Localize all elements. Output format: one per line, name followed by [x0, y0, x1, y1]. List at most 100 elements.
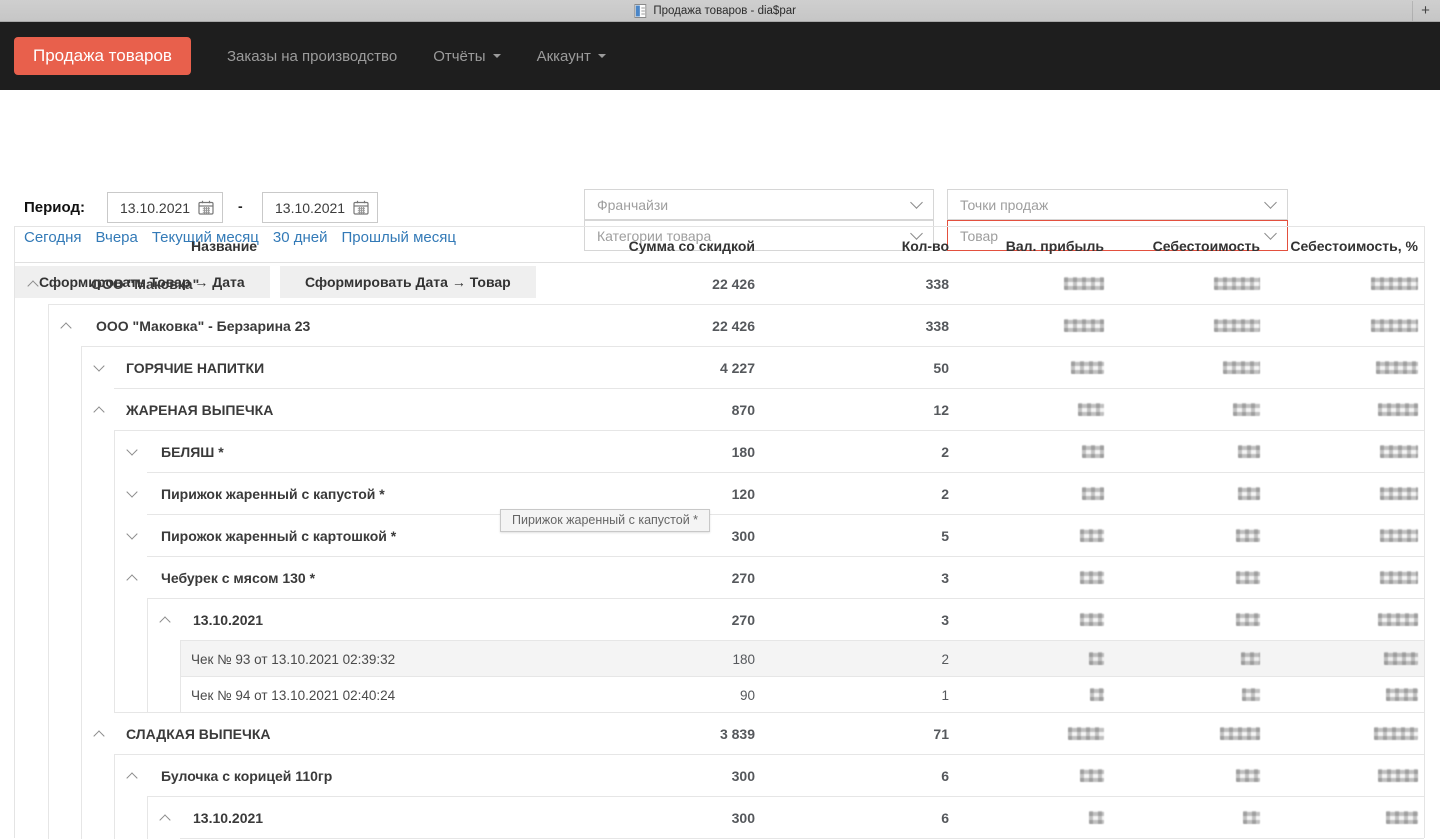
date-to-input[interactable]: 13.10.2021	[262, 192, 378, 223]
table-row[interactable]: БЕЛЯШ *1802	[15, 431, 1424, 473]
collapse-icon[interactable]	[159, 616, 170, 627]
row-qty: 3	[941, 570, 949, 586]
row-sum: 90	[740, 688, 755, 703]
row-qty: 5	[941, 528, 949, 544]
nav-item-production-orders[interactable]: Заказы на производство	[227, 48, 397, 65]
censored-value	[1090, 688, 1104, 701]
censored-value	[1241, 652, 1260, 665]
collapse-icon[interactable]	[60, 322, 71, 333]
row-qty: 338	[926, 318, 949, 334]
filters-panel: Период: 13.10.2021 - 13.10.2021 Сегодня …	[0, 90, 1440, 226]
tree-indent-line	[147, 599, 148, 713]
censored-value	[1078, 403, 1104, 416]
table-body: ООО "Маковка"22 426338ООО "Маковка" - Бе…	[15, 263, 1424, 839]
censored-value	[1374, 727, 1418, 740]
censored-value	[1071, 361, 1104, 374]
date-to-value: 13.10.2021	[275, 200, 345, 216]
collapse-icon[interactable]	[93, 406, 104, 417]
table-row[interactable]: Чебурек с мясом 130 * 270 3	[15, 557, 1424, 599]
censored-value	[1236, 529, 1260, 542]
date-from-value: 13.10.2021	[120, 200, 190, 216]
nav-item-reports[interactable]: Отчёты	[433, 48, 500, 65]
table-row[interactable]: ООО "Маковка" - Берзарина 2322 426338	[15, 305, 1424, 347]
table-row[interactable]: Пирижок жаренный с капустой *1202	[15, 473, 1424, 515]
column-header-gross-profit: Вал. прибыль	[1006, 238, 1104, 254]
column-header-qty: Кол-во	[902, 238, 949, 254]
censored-value	[1089, 652, 1104, 665]
table-row[interactable]: ЖАРЕНАЯ ВЫПЕЧКА87012	[15, 389, 1424, 431]
censored-value	[1371, 277, 1418, 290]
calendar-icon[interactable]	[198, 200, 214, 215]
franchisee-select[interactable]: Франчайзи	[584, 189, 934, 220]
collapse-icon[interactable]	[93, 730, 104, 741]
censored-value	[1242, 688, 1260, 701]
collapse-icon[interactable]	[126, 772, 137, 783]
report-table: Название Сумма со скидкой Кол-во Вал. пр…	[14, 226, 1425, 838]
row-qty: 338	[926, 276, 949, 292]
table-row[interactable]: 13.10.20213006	[15, 797, 1424, 839]
tree-indent-line	[147, 797, 148, 839]
expand-icon[interactable]	[126, 444, 137, 455]
censored-value	[1089, 811, 1104, 824]
censored-value	[1378, 769, 1418, 782]
row-sum: 300	[732, 768, 755, 784]
row-name: ГОРЯЧИЕ НАПИТКИ	[126, 360, 264, 376]
censored-value	[1380, 445, 1418, 458]
receipt-row[interactable]: Чек № 93 от 13.10.2021 02:39:321802	[15, 641, 1424, 677]
censored-value	[1243, 811, 1260, 824]
calendar-icon[interactable]	[353, 200, 369, 215]
censored-value	[1214, 277, 1260, 290]
row-qty: 2	[941, 444, 949, 460]
row-qty: 6	[941, 768, 949, 784]
row-qty: 3	[941, 612, 949, 628]
date-from-input[interactable]: 13.10.2021	[107, 192, 223, 223]
censored-value	[1080, 769, 1104, 782]
receipt-row[interactable]: Чек № 94 от 13.10.2021 02:40:24901	[15, 677, 1424, 713]
table-row[interactable]: Булочка с корицей 110гр3006	[15, 755, 1424, 797]
expand-icon[interactable]	[93, 360, 104, 371]
main-nav: Продажа товаров Заказы на производство О…	[0, 22, 1440, 90]
collapse-icon[interactable]	[126, 574, 137, 585]
row-sum: 870	[732, 402, 755, 418]
censored-value	[1214, 319, 1260, 332]
table-row[interactable]: 13.10.20212703	[15, 599, 1424, 641]
sales-points-select[interactable]: Точки продаж	[947, 189, 1288, 220]
chevron-down-icon	[598, 54, 606, 58]
table-row[interactable]: ГОРЯЧИЕ НАПИТКИ4 22750	[15, 347, 1424, 389]
table-row[interactable]: ООО "Маковка" 22 426 338	[15, 263, 1424, 305]
row-sum: 270	[732, 570, 755, 586]
row-name: 13.10.2021	[193, 810, 263, 826]
row-name: Чек № 94 от 13.10.2021 02:40:24	[191, 688, 395, 703]
row-sum: 3 839	[720, 726, 755, 742]
censored-value	[1082, 487, 1104, 500]
row-name: Чек № 93 от 13.10.2021 02:39:32	[191, 652, 395, 667]
row-name: Пирижок жаренный с капустой *	[161, 486, 385, 502]
chevron-down-icon	[910, 196, 923, 209]
tree-indent-line	[114, 431, 115, 713]
nav-item-account[interactable]: Аккаунт	[537, 48, 606, 65]
expand-icon[interactable]	[126, 486, 137, 497]
row-sum: 22 426	[712, 318, 755, 334]
tree-indent-line	[114, 755, 115, 839]
censored-value	[1236, 613, 1260, 626]
table-row[interactable]: Пирожок жаренный с картошкой *3005	[15, 515, 1424, 557]
row-sum: 4 227	[720, 360, 755, 376]
chevron-down-icon	[493, 54, 501, 58]
collapse-icon[interactable]	[27, 280, 38, 291]
row-qty: 6	[941, 810, 949, 826]
collapse-icon[interactable]	[159, 814, 170, 825]
censored-value	[1380, 529, 1418, 542]
new-tab-button[interactable]: +	[1412, 1, 1438, 21]
row-name: ООО "Маковка"	[91, 276, 199, 292]
browser-tab-bar: Продажа товаров - dia$par +	[0, 0, 1440, 22]
row-tooltip: Пирижок жаренный с капустой *	[500, 509, 710, 532]
expand-icon[interactable]	[126, 528, 137, 539]
table-row[interactable]: СЛАДКАЯ ВЫПЕЧКА3 83971	[15, 713, 1424, 755]
browser-tab[interactable]: Продажа товаров - dia$par	[634, 0, 796, 22]
nav-item-sales-active[interactable]: Продажа товаров	[14, 37, 191, 75]
row-sum: 22 426	[712, 276, 755, 292]
row-name: БЕЛЯШ *	[161, 444, 224, 460]
row-name: Чебурек с мясом 130 *	[161, 570, 315, 586]
censored-value	[1238, 487, 1260, 500]
row-sum: 270	[732, 612, 755, 628]
